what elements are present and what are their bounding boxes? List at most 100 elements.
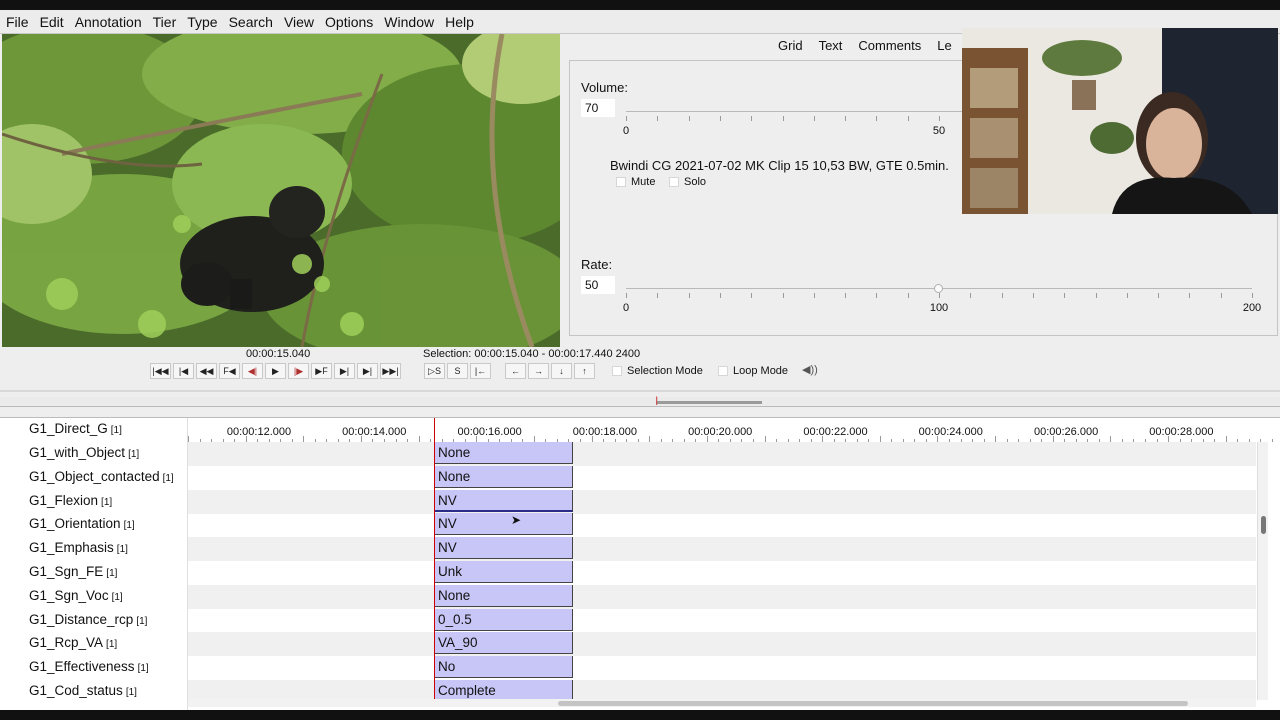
rate-label: Rate:: [581, 257, 613, 272]
tier-row[interactable]: None: [188, 465, 1256, 490]
solo-checkbox[interactable]: Solo: [669, 176, 706, 188]
annotation-cell[interactable]: None: [434, 584, 573, 607]
rate-slider-thumb[interactable]: [934, 284, 943, 293]
tier-annotation-count: [1]: [116, 544, 128, 556]
annotation-cell[interactable]: None: [434, 465, 573, 488]
solo-checkbox-box[interactable]: [669, 177, 679, 187]
annotation-cell[interactable]: No: [434, 656, 573, 679]
ruler-time-label: 00:00:26.000: [1033, 426, 1099, 438]
tier-name-label[interactable]: G1_with_Object [1]: [29, 445, 139, 460]
vertical-scrollbar-thumb[interactable]: [1261, 516, 1266, 534]
menu-help[interactable]: Help: [445, 14, 482, 30]
menu-type[interactable]: Type: [187, 14, 225, 30]
first-frame-icon[interactable]: |◀◀: [150, 363, 171, 379]
tier-row[interactable]: 0_0.5: [188, 608, 1256, 633]
slider-tick: [719, 293, 721, 298]
slider-tick: [657, 116, 659, 121]
left-arrow-icon[interactable]: ←: [505, 363, 526, 379]
panel-divider[interactable]: [0, 390, 1280, 392]
annotation-cell[interactable]: NV: [434, 489, 573, 512]
annotation-cell[interactable]: NV: [434, 513, 573, 536]
play-icon[interactable]: ▶: [265, 363, 286, 379]
tier-name-label[interactable]: G1_Sgn_FE [1]: [29, 564, 117, 579]
down-arrow-icon[interactable]: ↓: [551, 363, 572, 379]
slider-tick: [1189, 293, 1191, 298]
prev-second-icon[interactable]: |◀: [173, 363, 194, 379]
time-overview-bar[interactable]: I: [0, 394, 1280, 408]
clear-selection-icon[interactable]: S: [447, 363, 468, 379]
tier-name-label[interactable]: G1_Direct_G [1]: [29, 421, 122, 436]
mute-checkbox[interactable]: Mute: [616, 176, 655, 188]
speaker-icon[interactable]: ◀)): [802, 363, 818, 376]
loop-mode-label: Loop Mode: [733, 365, 789, 377]
tier-row[interactable]: None: [188, 442, 1256, 466]
tier-row[interactable]: No: [188, 656, 1256, 680]
tier-name-label[interactable]: G1_Cod_status [1]: [29, 683, 137, 698]
tab-text[interactable]: Text: [811, 37, 851, 54]
tier-name-label[interactable]: G1_Object_contacted [1]: [29, 469, 174, 484]
right-arrow-icon[interactable]: →: [528, 363, 549, 379]
tier-row[interactable]: NV: [188, 513, 1256, 537]
mute-checkbox-box[interactable]: [616, 177, 626, 187]
tier-name-label[interactable]: G1_Flexion [1]: [29, 493, 112, 508]
prev-f-icon[interactable]: F◀: [219, 363, 240, 379]
annotation-cell[interactable]: Unk: [434, 561, 573, 583]
mouse-pointer-icon: ➤: [511, 513, 522, 527]
slider-tick: [626, 116, 627, 121]
loop-mode-checkbox[interactable]: Loop Mode: [718, 365, 788, 377]
menu-annotation[interactable]: Annotation: [75, 14, 150, 30]
tab-grid[interactable]: Grid: [770, 37, 811, 54]
volume-value-field[interactable]: 70: [581, 99, 615, 117]
annotation-cell[interactable]: 0_0.5: [434, 608, 573, 631]
annotation-cell[interactable]: None: [434, 442, 573, 464]
tier-name-label[interactable]: G1_Emphasis [1]: [29, 540, 128, 555]
ruler-time-label: 00:00:12.000: [226, 426, 292, 438]
tier-row[interactable]: Unk: [188, 561, 1256, 585]
tier-row[interactable]: NV: [188, 489, 1256, 514]
menu-tier[interactable]: Tier: [153, 14, 185, 30]
video-viewer[interactable]: [2, 34, 560, 347]
annotation-cell[interactable]: VA_90: [434, 632, 573, 655]
video-frame-forest-gorilla: [2, 34, 560, 347]
selection-mode-box[interactable]: [612, 366, 622, 376]
menu-search[interactable]: Search: [229, 14, 281, 30]
selection-mode-checkbox[interactable]: Selection Mode: [612, 365, 703, 377]
up-arrow-icon[interactable]: ↑: [574, 363, 595, 379]
tier-row[interactable]: VA_90: [188, 632, 1256, 657]
tier-name-label[interactable]: G1_Rcp_VA [1]: [29, 635, 117, 650]
menu-edit[interactable]: Edit: [40, 14, 72, 30]
menu-view[interactable]: View: [284, 14, 322, 30]
rate-value-field[interactable]: 50: [581, 276, 615, 294]
selection-begin-icon[interactable]: |←: [470, 363, 491, 379]
viewer-tabs: Grid Text Comments Le: [770, 37, 960, 54]
menu-options[interactable]: Options: [325, 14, 381, 30]
menu-file[interactable]: File: [6, 14, 37, 30]
tier-row[interactable]: NV: [188, 537, 1256, 562]
next-frame-icon[interactable]: ▶|: [334, 363, 355, 379]
tier-name-label[interactable]: G1_Distance_rcp [1]: [29, 612, 147, 627]
menu-window[interactable]: Window: [384, 14, 442, 30]
tab-comments[interactable]: Comments: [850, 37, 929, 54]
next-second-icon[interactable]: ▶|: [357, 363, 378, 379]
elan-main-window: Grid Text Comments Le Volume: 70 0 50 Bw…: [0, 28, 1280, 711]
tier-name-label[interactable]: G1_Sgn_Voc [1]: [29, 588, 123, 603]
time-ruler[interactable]: 00:00:12.000 00:00:14.000 00:00:16.000 00:0…: [188, 418, 1273, 442]
slider-tick: [1252, 293, 1253, 298]
loop-mode-box[interactable]: [718, 366, 728, 376]
prev-frame-10-icon[interactable]: ◀◀: [196, 363, 217, 379]
next-frame-red-icon[interactable]: |▶: [288, 363, 309, 379]
tier-name-label[interactable]: G1_Orientation [1]: [29, 516, 135, 531]
tab-le[interactable]: Le: [929, 37, 959, 54]
overview-cursor-marker: I: [655, 394, 659, 408]
overview-visible-range[interactable]: [656, 401, 762, 404]
vertical-scrollbar[interactable]: [1257, 442, 1268, 700]
last-frame-icon[interactable]: ▶▶|: [380, 363, 401, 379]
tier-row[interactable]: None: [188, 584, 1256, 609]
horizontal-scrollbar[interactable]: [188, 699, 1256, 707]
tier-name-label[interactable]: G1_Effectiveness [1]: [29, 659, 149, 674]
next-f-icon[interactable]: ▶F: [311, 363, 332, 379]
play-selection-icon[interactable]: ▷S: [424, 363, 445, 379]
horizontal-scrollbar-thumb[interactable]: [558, 701, 1188, 706]
annotation-cell[interactable]: NV: [434, 537, 573, 560]
prev-frame-red-icon[interactable]: ◀|: [242, 363, 263, 379]
